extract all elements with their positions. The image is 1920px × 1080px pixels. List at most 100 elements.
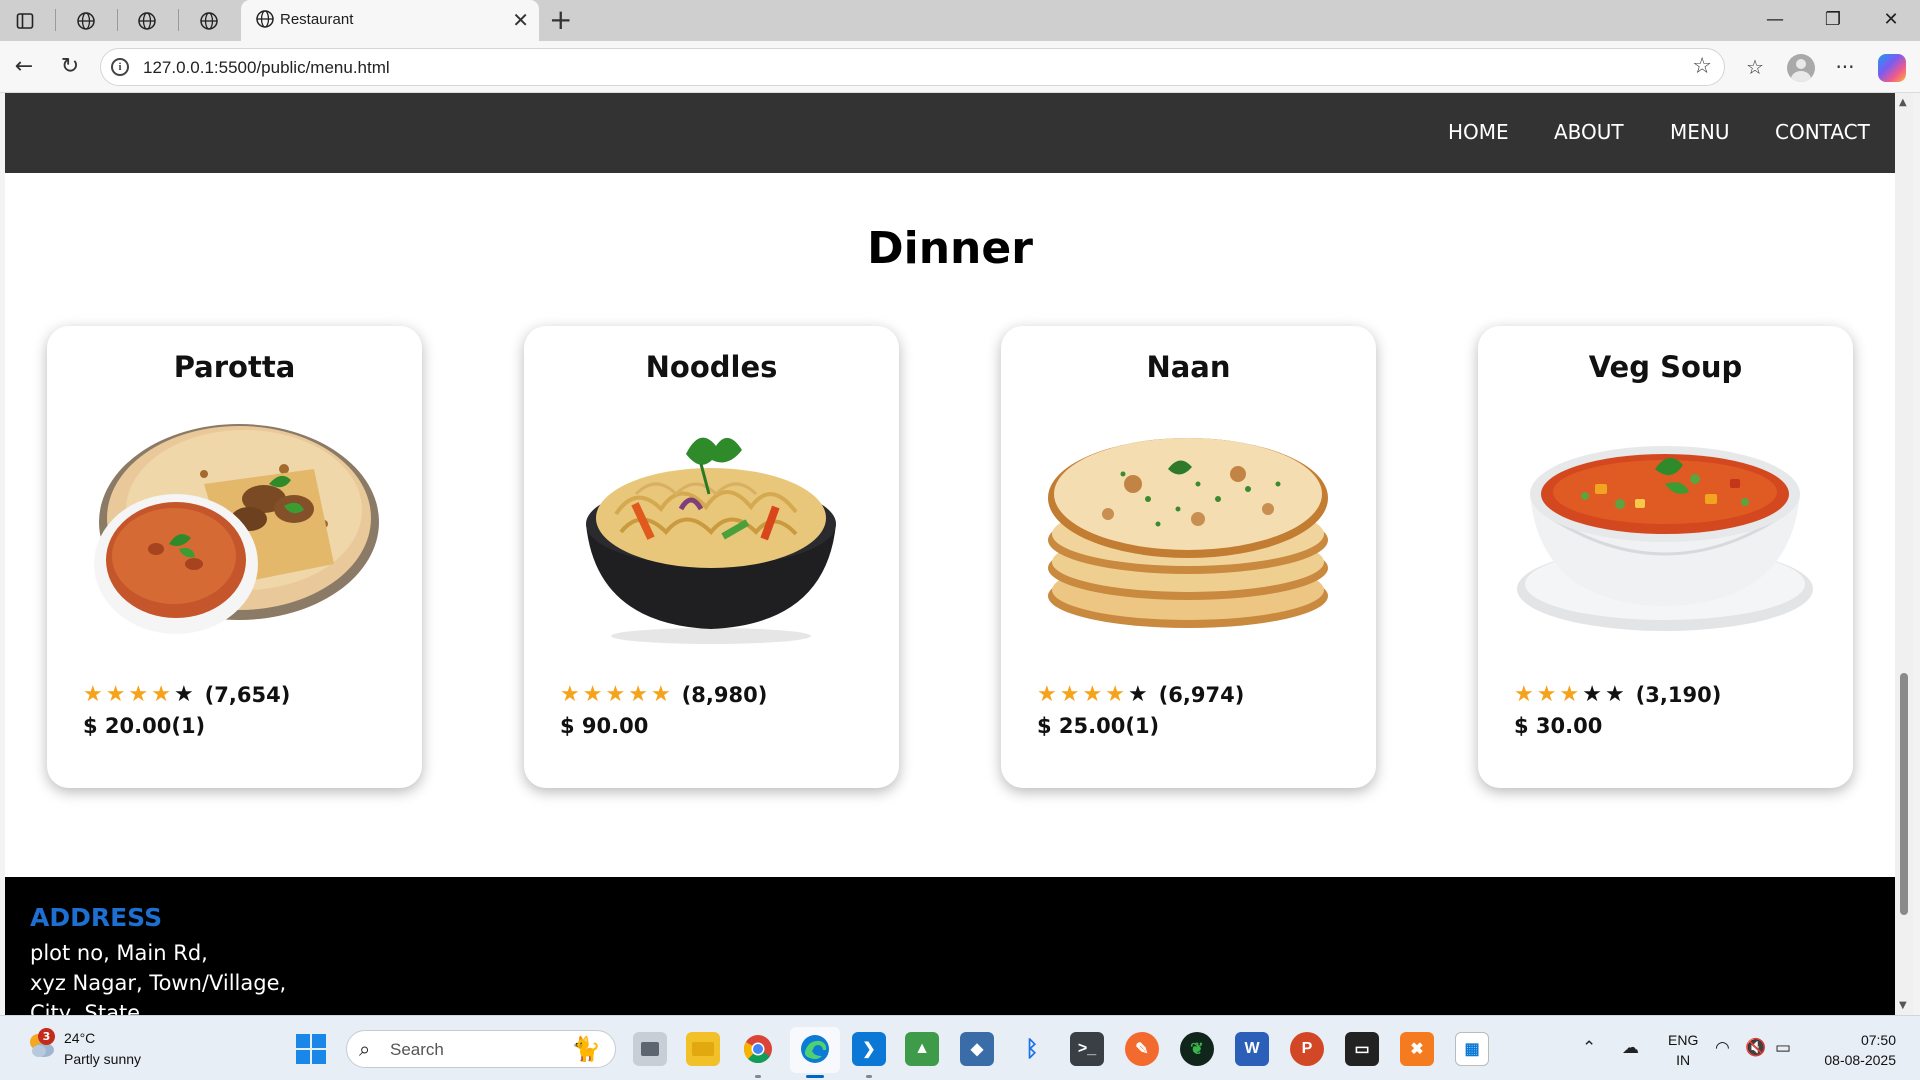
wifi-icon[interactable]: ◠: [1715, 1038, 1730, 1058]
copilot-icon[interactable]: [1878, 54, 1906, 82]
rating-row: ★ ★ ★ ★ ★ (6,974): [1037, 682, 1244, 707]
scroll-down-arrow-icon[interactable]: ▼: [1899, 1000, 1907, 1011]
back-arrow-icon[interactable]: ←: [10, 53, 38, 81]
pinned-tab-globe-icon[interactable]: [73, 8, 99, 34]
scroll-up-arrow-icon[interactable]: ▲: [1899, 97, 1907, 108]
star-rating: ★ ★ ★ ★ ★: [560, 682, 674, 707]
star-filled-icon: ★: [650, 682, 671, 707]
pinned-tab-globe-icon[interactable]: [134, 8, 160, 34]
powerpoint-icon[interactable]: P: [1290, 1032, 1324, 1066]
dish-name: Veg Soup: [1588, 350, 1743, 384]
battery-icon[interactable]: ▭: [1775, 1038, 1791, 1058]
menu-card[interactable]: Veg Soup ★ ★ ★ ★ ★ (3,190) $ 30.00: [1478, 326, 1853, 788]
url-text[interactable]: 127.0.0.1:5500/public/menu.html: [143, 58, 390, 78]
task-view-icon[interactable]: [633, 1032, 667, 1066]
naan-stack-image: [1048, 438, 1328, 628]
star-filled-icon: ★: [83, 682, 103, 707]
favorite-star-icon[interactable]: ☆: [1692, 54, 1712, 79]
command-prompt-icon[interactable]: ▭: [1345, 1032, 1379, 1066]
search-icon: ⌕: [359, 1037, 371, 1061]
image-viewer-icon[interactable]: ▲: [905, 1032, 939, 1066]
scrollbar-thumb[interactable]: [1900, 673, 1908, 915]
restore-icon[interactable]: ❐: [1818, 8, 1848, 32]
star-rating: ★ ★ ★ ★ ★: [83, 682, 197, 707]
weather-description[interactable]: Partly sunny: [64, 1051, 141, 1067]
search-placeholder: Search: [390, 1040, 444, 1059]
menu-card[interactable]: Noodles ★ ★ ★ ★ ★ (8,980) $ 90.00: [524, 326, 899, 788]
star-rating: ★ ★ ★ ★ ★: [1037, 682, 1151, 707]
xampp-icon[interactable]: ✖: [1400, 1032, 1434, 1066]
star-filled-icon: ★: [1037, 682, 1057, 707]
review-count: (6,974): [1158, 682, 1245, 707]
dish-name: Naan: [1146, 350, 1231, 384]
review-count: (3,190): [1635, 682, 1722, 707]
review-count: (8,980): [681, 682, 768, 707]
address-line: City, State: [30, 1001, 141, 1015]
onedrive-icon[interactable]: ☁: [1622, 1038, 1639, 1058]
close-tab-icon[interactable]: ✕: [512, 8, 529, 32]
site-info-icon[interactable]: i: [111, 58, 129, 76]
nav-link-contact[interactable]: CONTACT: [1775, 120, 1870, 144]
favorites-icon[interactable]: ☆: [1740, 53, 1770, 81]
postman-icon[interactable]: ✎: [1125, 1032, 1159, 1066]
chrome-icon[interactable]: [741, 1032, 775, 1066]
dish-price: $ 25.00(1): [1037, 714, 1160, 738]
word-icon[interactable]: W: [1235, 1032, 1269, 1066]
file-explorer-icon[interactable]: [686, 1032, 720, 1066]
bluetooth-icon[interactable]: ᛒ: [1015, 1032, 1049, 1066]
minimize-icon[interactable]: —: [1760, 8, 1790, 32]
weather-temperature[interactable]: 24°C: [64, 1030, 95, 1046]
menu-card[interactable]: Naan ★ ★ ★ ★ ★ (6,974) $ 25.00(1): [1001, 326, 1376, 788]
windows-start-icon[interactable]: [296, 1034, 326, 1064]
star-empty-icon: ★: [1604, 682, 1625, 707]
nav-link-menu[interactable]: MENU: [1670, 120, 1730, 144]
edge-icon[interactable]: [798, 1032, 832, 1066]
browser-tab-bar: Restaurant ✕ + — ❐ ✕: [0, 0, 1920, 41]
star-filled-icon: ★: [128, 682, 149, 707]
sidebar-toggle-icon[interactable]: [12, 8, 38, 34]
volume-muted-icon[interactable]: 🔇: [1745, 1038, 1766, 1058]
star-rating: ★ ★ ★ ★ ★: [1514, 682, 1628, 707]
rating-row: ★ ★ ★ ★ ★ (8,980): [560, 682, 767, 707]
show-hidden-icons-icon[interactable]: ⌃: [1582, 1038, 1596, 1058]
menu-card[interactable]: Parotta ★ ★ ★ ★ ★ (7,654) $ 20.00(1): [47, 326, 422, 788]
windows-taskbar: 3 24°C Partly sunny ⌕ Search 🐈 ❯ ▲ ◆ ᛒ >…: [0, 1015, 1920, 1080]
dish-name: Parotta: [173, 350, 296, 384]
reload-icon[interactable]: ↻: [56, 53, 84, 81]
section-title: Dinner: [867, 223, 1033, 274]
veg-soup-bowl-image: [1517, 446, 1813, 631]
new-tab-plus-icon[interactable]: +: [549, 6, 572, 34]
more-options-icon[interactable]: ···: [1830, 53, 1860, 81]
star-empty-icon: ★: [173, 682, 194, 707]
search-highlight-icon: 🐈: [571, 1035, 601, 1063]
tab-restaurant[interactable]: Restaurant ✕: [241, 0, 539, 41]
vscode-icon[interactable]: ❯: [852, 1032, 886, 1066]
microsoft-store-icon[interactable]: ▦: [1455, 1032, 1489, 1066]
profile-avatar-icon[interactable]: [1787, 54, 1815, 82]
page-scrollbar[interactable]: ▲ ▼: [1895, 93, 1913, 1015]
dish-price: $ 30.00: [1514, 714, 1603, 738]
star-filled-icon: ★: [628, 682, 648, 707]
parotta-dish-image: [94, 424, 379, 634]
star-filled-icon: ★: [105, 682, 126, 707]
close-window-icon[interactable]: ✕: [1876, 8, 1906, 32]
review-count: (7,654): [204, 682, 291, 707]
rating-row: ★ ★ ★ ★ ★ (3,190): [1514, 682, 1721, 707]
input-language-indicator[interactable]: ENG IN: [1668, 1030, 1698, 1070]
star-empty-icon: ★: [1582, 682, 1602, 707]
star-filled-icon: ★: [560, 682, 580, 707]
noodles-bowl-image: [586, 437, 836, 644]
terminal-icon[interactable]: >_: [1070, 1032, 1104, 1066]
mongodb-compass-icon[interactable]: ❦: [1180, 1032, 1214, 1066]
address-bar[interactable]: i 127.0.0.1:5500/public/menu.html ☆: [100, 48, 1725, 86]
star-filled-icon: ★: [1514, 682, 1534, 707]
mysql-workbench-icon[interactable]: ◆: [960, 1032, 994, 1066]
star-filled-icon: ★: [1082, 682, 1103, 707]
star-empty-icon: ★: [1127, 682, 1148, 707]
system-clock[interactable]: 07:50 08-08-2025: [1816, 1030, 1896, 1070]
nav-link-home[interactable]: HOME: [1448, 120, 1509, 144]
dish-price: $ 90.00: [560, 714, 649, 738]
pinned-tab-globe-icon[interactable]: [196, 8, 222, 34]
taskbar-search-box[interactable]: ⌕ Search 🐈: [346, 1030, 616, 1068]
nav-link-about[interactable]: ABOUT: [1554, 120, 1624, 144]
